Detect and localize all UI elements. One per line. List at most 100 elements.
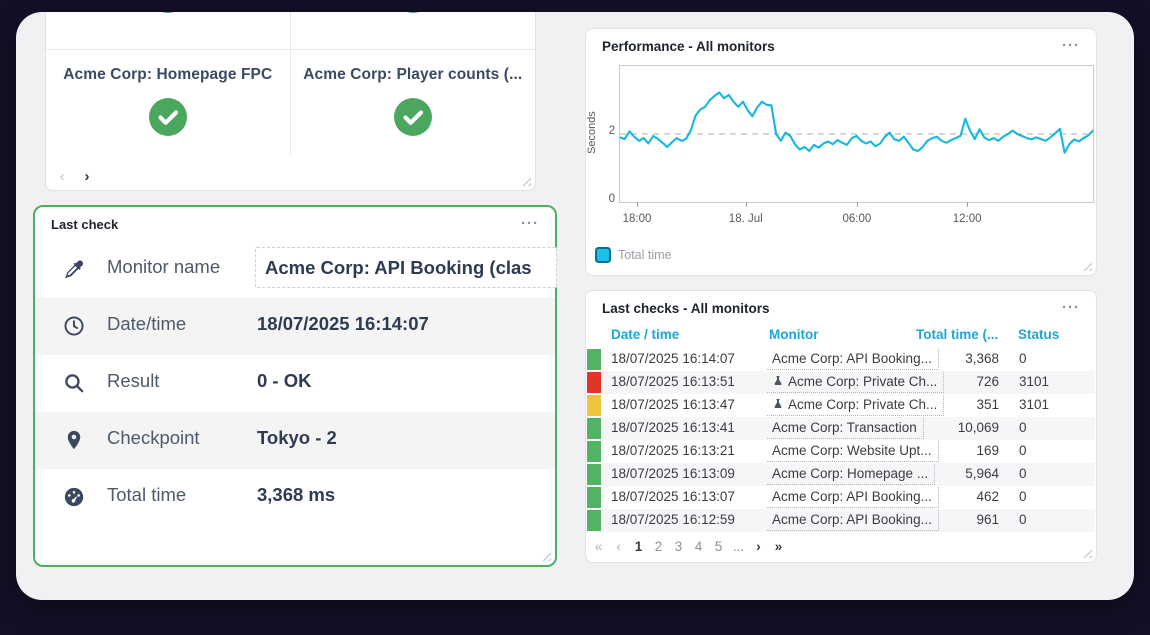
cell-total-time: 169 — [917, 443, 999, 458]
field-label: Date/time — [107, 313, 186, 335]
resize-grip[interactable] — [542, 552, 551, 561]
table-row: 18/07/2025 16:14:07 Acme Corp: API Booki… — [587, 348, 1095, 371]
pagination-page-4[interactable]: 4 — [692, 538, 705, 556]
cell-monitor-link[interactable]: Acme Corp: Transaction — [767, 418, 924, 439]
cell-status: 3101 — [1019, 374, 1049, 389]
panel-menu-button[interactable]: ··· — [1062, 38, 1080, 53]
table-row: 18/07/2025 16:13:21 Acme Corp: Website U… — [587, 440, 1095, 463]
flask-icon — [772, 396, 784, 416]
field-label: Total time — [107, 484, 186, 506]
eyedropper-icon — [63, 258, 85, 280]
cell-status: 0 — [1019, 512, 1027, 527]
status-color-bar — [587, 441, 601, 462]
column-header-total-time[interactable]: Total time (... — [916, 327, 998, 342]
last-check-panel: Last check ··· Monitor name Date/time 18… — [33, 205, 557, 567]
resize-grip[interactable] — [1083, 549, 1092, 558]
monitor-tile[interactable] — [46, 12, 291, 50]
table-body: 18/07/2025 16:14:07 Acme Corp: API Booki… — [587, 348, 1095, 532]
tiles-pager: ‹ › — [46, 155, 535, 190]
x-axis-tick-label: 12:00 — [953, 213, 982, 225]
table-row: 18/07/2025 16:13:47 Acme Corp: Private C… — [587, 394, 1095, 417]
x-axis-tick-mark — [857, 202, 858, 207]
pagination-prev-button[interactable]: ‹ — [612, 538, 625, 556]
monitor-tile-label: Acme Corp: Player counts (... — [303, 66, 522, 84]
pagination-page-2[interactable]: 2 — [652, 538, 665, 556]
table-row: 18/07/2025 16:13:07 Acme Corp: API Booki… — [587, 486, 1095, 509]
x-axis-tick-label: 18. Jul — [729, 213, 763, 225]
x-axis-tick-label: 18:00 — [623, 213, 652, 225]
legend-item-total-time[interactable]: Total time — [595, 247, 672, 263]
cell-datetime: 18/07/2025 16:13:07 — [611, 489, 735, 504]
field-row-datetime: Date/time 18/07/2025 16:14:07 — [35, 298, 555, 355]
pagination-last-button[interactable]: » — [772, 538, 785, 556]
check-circle-icon — [148, 12, 188, 14]
field-label: Result — [107, 370, 159, 392]
field-value: Tokyo - 2 — [257, 427, 337, 449]
pagination-page-1[interactable]: 1 — [632, 538, 645, 556]
cell-monitor-link[interactable]: Acme Corp: Website Upt... — [767, 441, 939, 462]
table-header-row: Date / time Monitor Total time (... Stat… — [586, 327, 1094, 348]
table-row: 18/07/2025 16:12:59 Acme Corp: API Booki… — [587, 509, 1095, 532]
cell-status: 0 — [1019, 351, 1027, 366]
cell-total-time: 10,069 — [917, 420, 999, 435]
pagination-next-button[interactable]: › — [752, 538, 765, 556]
monitor-tile[interactable]: Acme Corp: Homepage FPC — [46, 50, 291, 155]
performance-panel: Performance - All monitors ··· Seconds 2… — [585, 28, 1097, 276]
cell-status: 3101 — [1019, 397, 1049, 412]
cell-monitor-link[interactable]: Acme Corp: Homepage ... — [767, 464, 935, 485]
legend-checkbox[interactable] — [595, 247, 611, 263]
pagination-page-3[interactable]: 3 — [672, 538, 685, 556]
pagination-page-5[interactable]: 5 — [712, 538, 725, 556]
cell-total-time: 726 — [917, 374, 999, 389]
cell-monitor-link[interactable]: Acme Corp: API Booking... — [767, 349, 939, 370]
table-row: 18/07/2025 16:13:41 Acme Corp: Transacti… — [587, 417, 1095, 440]
field-label: Checkpoint — [107, 427, 200, 449]
monitor-name-input[interactable] — [255, 247, 557, 288]
flask-icon — [772, 373, 784, 393]
cell-status: 0 — [1019, 489, 1027, 504]
x-axis-tick-label: 06:00 — [843, 213, 872, 225]
cell-datetime: 18/07/2025 16:12:59 — [611, 512, 735, 527]
cell-monitor-link[interactable]: Acme Corp: API Booking... — [767, 487, 939, 508]
field-row-monitor-name: Monitor name — [35, 241, 555, 298]
cell-datetime: 18/07/2025 16:13:21 — [611, 443, 735, 458]
panel-title: Performance - All monitors — [602, 39, 775, 54]
column-header-datetime[interactable]: Date / time — [611, 327, 679, 342]
cell-datetime: 18/07/2025 16:13:09 — [611, 466, 735, 481]
x-axis-tick-mark — [746, 202, 747, 207]
pagination-first-button[interactable]: « — [592, 538, 605, 556]
column-header-status[interactable]: Status — [1018, 327, 1059, 342]
field-value: 18/07/2025 16:14:07 — [257, 313, 429, 335]
cell-datetime: 18/07/2025 16:14:07 — [611, 351, 735, 366]
line-chart-plot-area[interactable] — [619, 65, 1094, 203]
status-color-bar — [587, 349, 601, 370]
monitor-tile[interactable]: Acme Corp: Player counts (... — [291, 50, 536, 155]
total-time-series-line — [620, 93, 1093, 153]
table-row: 18/07/2025 16:13:09 Acme Corp: Homepage … — [587, 463, 1095, 486]
status-color-bar — [587, 418, 601, 439]
cell-status: 0 — [1019, 466, 1027, 481]
table-row: 18/07/2025 16:13:51 Acme Corp: Private C… — [587, 371, 1095, 394]
column-header-monitor[interactable]: Monitor — [769, 327, 819, 342]
tiles-next-button[interactable]: › — [79, 169, 95, 184]
monitor-tile[interactable] — [291, 12, 536, 50]
y-axis-label: Seconds — [585, 65, 599, 201]
panel-menu-button[interactable]: ··· — [1062, 300, 1080, 315]
monitor-tile-label: Acme Corp: Homepage FPC — [63, 66, 272, 84]
monitor-tiles-panel: Acme Corp: Homepage FPC Acme Corp: Playe… — [45, 12, 536, 191]
field-row-result: Result 0 - OK — [35, 355, 555, 412]
status-color-bar — [587, 395, 601, 416]
cell-monitor-link[interactable]: Acme Corp: API Booking... — [767, 510, 939, 531]
y-axis-tick: 2 — [600, 125, 615, 137]
field-row-checkpoint: Checkpoint Tokyo - 2 — [35, 412, 555, 469]
pagination-ellipsis: ... — [732, 538, 745, 556]
resize-grip[interactable] — [1083, 262, 1092, 271]
status-color-bar — [587, 510, 601, 531]
x-axis-tick-mark — [967, 202, 968, 207]
field-value: 0 - OK — [257, 370, 311, 392]
gauge-icon — [63, 486, 85, 508]
cell-total-time: 5,964 — [917, 466, 999, 481]
tiles-prev-button[interactable]: ‹ — [54, 169, 70, 184]
panel-menu-button[interactable]: ··· — [521, 216, 539, 231]
monitor-tiles-grid: Acme Corp: Homepage FPC Acme Corp: Playe… — [46, 12, 535, 155]
